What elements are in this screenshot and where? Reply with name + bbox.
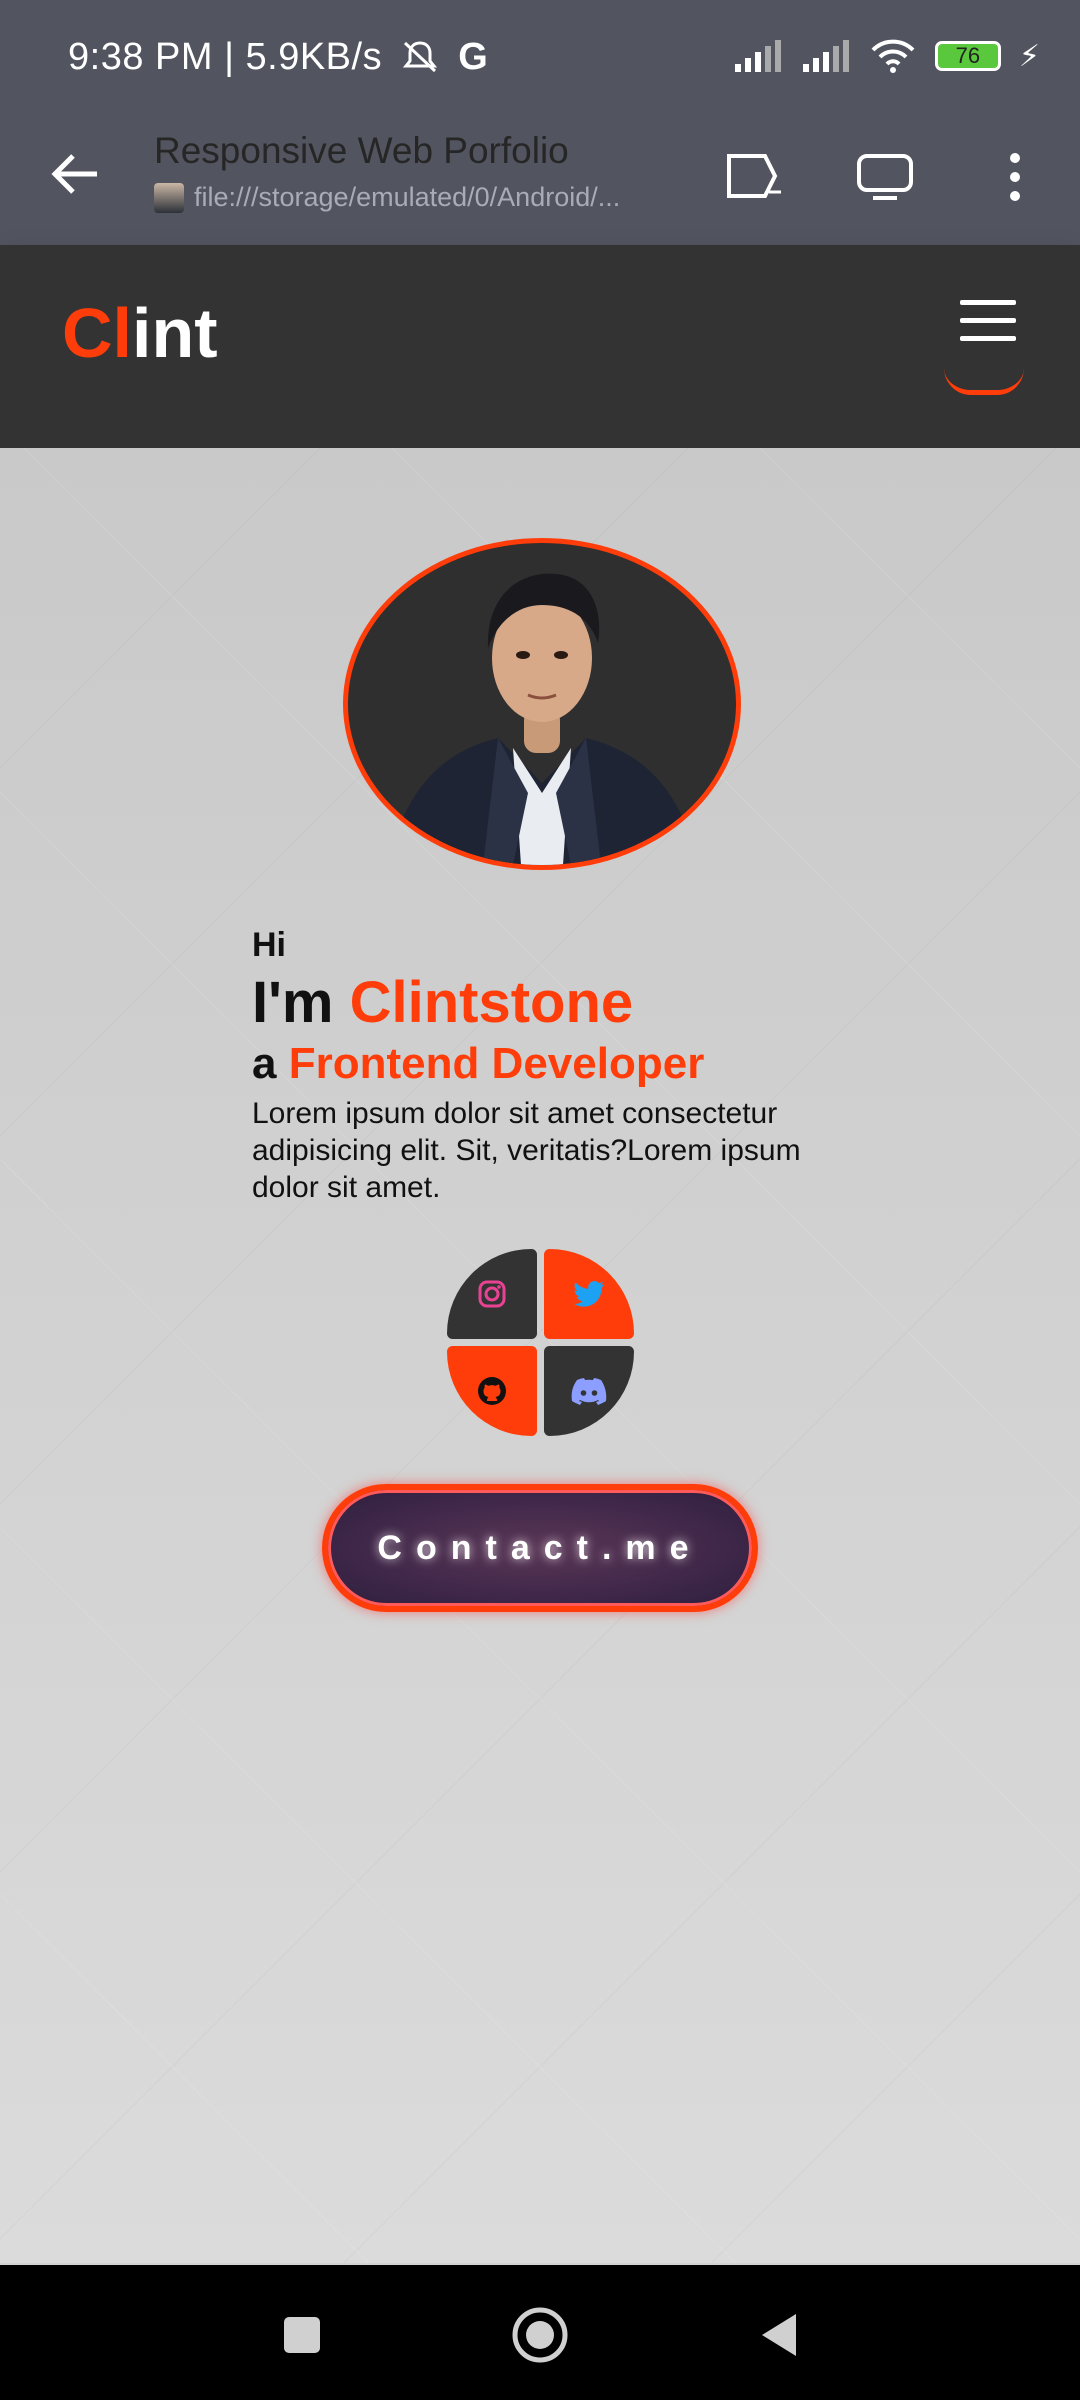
- hero-section: Hi I'm Clintstone a Frontend Developer L…: [0, 448, 1080, 2263]
- back-nav-button[interactable]: [738, 2295, 818, 2375]
- social-links: [447, 1249, 634, 1436]
- page-title: Responsive Web Porfolio: [154, 130, 569, 171]
- circle-icon: [512, 2307, 568, 2363]
- github-link[interactable]: [447, 1346, 537, 1436]
- google-icon: G: [458, 36, 489, 78]
- system-navigation-bar: [0, 2265, 1080, 2400]
- recents-button[interactable]: [262, 2295, 342, 2375]
- signal-icon: [802, 40, 849, 72]
- twitter-link[interactable]: [544, 1249, 634, 1339]
- profile-photo: [343, 538, 741, 870]
- desktop-view-button[interactable]: [850, 142, 920, 212]
- greeting: Hi: [252, 926, 286, 964]
- role-heading: a Frontend Developer: [252, 1039, 705, 1088]
- discord-link[interactable]: [544, 1346, 634, 1436]
- browser-toolbar: Responsive Web Porfolio file:///storage/…: [0, 120, 1080, 245]
- mute-icon: [399, 36, 452, 78]
- status-time: 9:38 PM | 5.9KB/s G: [68, 36, 489, 78]
- github-icon: [478, 1377, 506, 1405]
- status-icons: 76 ⚡: [733, 38, 1040, 74]
- instagram-icon: [478, 1280, 506, 1308]
- site-navbar: Clint: [0, 245, 1080, 448]
- back-button[interactable]: [44, 142, 108, 206]
- cast-button[interactable]: [720, 142, 790, 212]
- instagram-link[interactable]: [447, 1249, 537, 1339]
- square-icon: [284, 2317, 320, 2353]
- monitor-icon: [857, 154, 913, 200]
- contact-button[interactable]: Contact.me: [322, 1484, 758, 1612]
- battery-icon: 76: [934, 41, 1001, 71]
- person-illustration: [388, 573, 698, 865]
- site-logo[interactable]: Clint: [62, 293, 218, 373]
- status-bar: 9:38 PM | 5.9KB/s G 76 ⚡: [0, 0, 1080, 120]
- signal-icon: [734, 40, 781, 72]
- name-heading: I'm Clintstone: [252, 970, 634, 1035]
- browser-actions: [720, 142, 1050, 212]
- intro-text: Hi I'm Clintstone a Frontend Developer L…: [252, 926, 852, 1206]
- wifi-icon: [871, 39, 915, 73]
- hamburger-menu-button[interactable]: [940, 300, 1030, 395]
- page-url: file:///storage/emulated/0/Android/...: [154, 182, 674, 213]
- arrow-left-icon: [51, 154, 97, 194]
- open-external-icon: [727, 154, 781, 198]
- favicon-icon: [154, 182, 184, 213]
- discord-icon: [571, 1378, 607, 1405]
- more-vertical-icon: [1010, 153, 1020, 201]
- home-button[interactable]: [500, 2295, 580, 2375]
- description: Lorem ipsum dolor sit amet consectetur a…: [252, 1097, 801, 1204]
- twitter-icon: [574, 1280, 604, 1307]
- more-menu-button[interactable]: [980, 142, 1050, 212]
- charging-icon: ⚡: [1018, 39, 1040, 73]
- triangle-back-icon: [762, 2314, 796, 2356]
- menu-underline: [944, 368, 1024, 395]
